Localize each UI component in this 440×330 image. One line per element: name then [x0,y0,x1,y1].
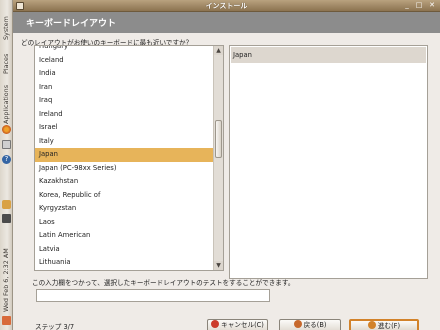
side-panel: System Places Applications ? Wed Feb 6, … [0,0,13,330]
network-icon[interactable] [2,200,11,209]
mail-icon[interactable] [2,140,11,149]
forward-button[interactable]: 進む(F) [349,319,419,330]
country-item[interactable]: Israel [35,121,215,135]
variant-list[interactable]: Japan [229,45,428,279]
country-item[interactable]: Japan (PC-98xx Series) [35,162,215,176]
country-list-scrollbar[interactable]: ▲ ▼ [213,46,223,270]
country-item[interactable]: Ireland [35,108,215,122]
minimize-icon[interactable]: _ [402,1,412,10]
page-header: キーボードレイアウト [13,12,440,33]
forward-arrow-icon [367,321,376,329]
country-item[interactable]: Italy [35,135,215,149]
country-item[interactable]: Laos [35,216,215,230]
cancel-icon [211,320,220,328]
variant-list-empty [231,63,426,277]
power-icon[interactable] [2,316,11,325]
panel-clock[interactable]: Wed Feb 6, 2:32 AM [1,228,12,312]
cancel-button[interactable]: キャンセル(C) [207,319,268,330]
country-item[interactable]: Latvia [35,243,215,257]
variant-item[interactable]: Japan [231,47,426,63]
country-item[interactable]: Kyrgyzstan [35,202,215,216]
country-list-items: Hungary Iceland India Iran Iraq Ireland Israel… [35,46,215,270]
back-arrow-icon [293,320,302,328]
cancel-label: キャンセル(C) [221,321,264,329]
country-item[interactable]: Lithuania [35,256,215,270]
test-input[interactable] [36,289,270,302]
country-item[interactable]: Hungary [35,46,215,54]
scroll-up-icon[interactable]: ▲ [214,46,223,55]
volume-icon[interactable] [2,214,11,223]
country-item[interactable]: India [35,67,215,81]
installer-window: キーボードレイアウト どのレイアウトがお使いのキーボードに最も近いですか？ Hu… [13,12,440,330]
panel-menu-applications[interactable]: Applications [1,74,12,124]
country-item[interactable]: Latin American [35,229,215,243]
test-label: この入力欄をつかって、選択したキーボードレイアウトのテストをすることができます。 [32,279,295,287]
page-title: キーボードレイアウト [26,19,117,29]
panel-menu-places[interactable]: Places [1,40,12,74]
window-title: インストール [205,2,248,10]
help-icon[interactable]: ? [2,155,11,164]
panel-menu-system[interactable]: System [1,4,12,40]
window-titlebar[interactable]: インストール _ □ ✕ [13,0,440,12]
firefox-icon[interactable] [2,125,11,134]
country-item[interactable]: Japan [35,148,215,162]
country-list[interactable]: Hungary Iceland India Iran Iraq Ireland Israel… [34,45,224,271]
step-indicator: ステップ 3/7 [35,323,75,330]
forward-label: 進む(F) [377,322,401,330]
country-item[interactable]: Iran [35,81,215,95]
close-icon[interactable]: ✕ [427,1,437,10]
back-label: 戻る(B) [303,321,327,329]
country-item[interactable]: Iraq [35,94,215,108]
back-button[interactable]: 戻る(B) [279,319,341,330]
country-item[interactable]: Iceland [35,54,215,68]
country-item[interactable]: Kazakhstan [35,175,215,189]
maximize-icon[interactable]: □ [414,1,424,10]
scroll-down-icon[interactable]: ▼ [214,261,223,270]
country-item[interactable]: Korea, Republic of [35,189,215,203]
scrollbar-thumb[interactable] [215,120,222,158]
